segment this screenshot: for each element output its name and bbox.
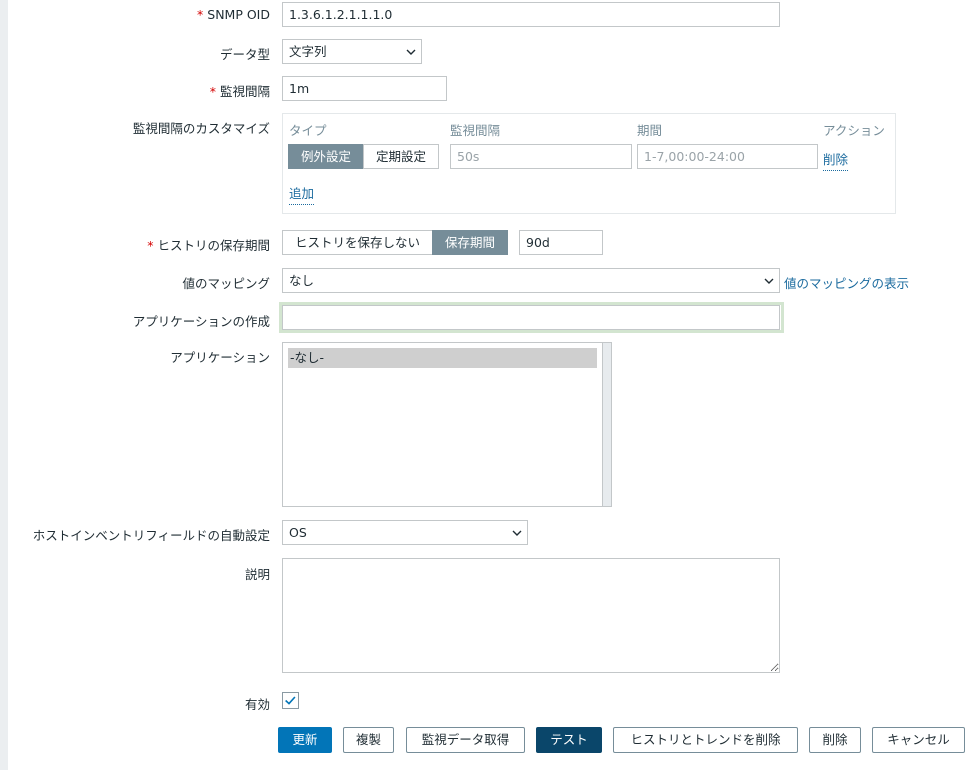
cancel-button[interactable]: キャンセル [872,727,965,753]
history-storage-period-option[interactable]: 保存期間 [432,230,509,255]
custom-interval-input[interactable]: 50s [450,144,632,169]
applications-listbox[interactable]: -なし- [282,342,612,507]
inventory-select[interactable]: OS [282,520,528,545]
interval-label: * 監視間隔 [209,84,270,99]
show-valuemap-link[interactable]: 値のマッピングの表示 [784,273,909,292]
checkmark-icon [285,696,296,705]
chevron-down-icon [406,49,416,55]
data-type-value: 文字列 [289,44,327,59]
snmp-oid-label: * SNMP OID [197,7,270,22]
description-label: 説明 [244,567,270,582]
valuemap-label: 値のマッピング [182,276,270,291]
valuemap-value: なし [289,273,315,288]
chevron-down-icon [512,530,522,536]
interval-input[interactable]: 1m [282,76,447,101]
required-asterisk: * [197,7,204,22]
valuemap-select[interactable]: なし [282,268,780,293]
custom-period-input[interactable]: 1-7,00:00-24:00 [637,144,818,169]
history-label: * ヒストリの保存期間 [147,238,270,253]
history-mode-toggle: ヒストリを保存しない 保存期間 [282,230,509,255]
applications-label: アプリケーション [170,350,270,365]
new-application-label: アプリケーションの作成 [132,314,270,329]
list-item[interactable]: -なし- [288,348,597,368]
scheduling-option[interactable]: 定期設定 [363,144,440,169]
remove-interval-link[interactable]: 削除 [823,149,849,171]
type-column-header: タイプ [289,123,327,138]
enabled-checkbox[interactable] [282,692,299,709]
update-button[interactable]: 更新 [278,727,332,753]
add-interval-link[interactable]: 追加 [289,183,315,205]
enabled-label: 有効 [244,697,270,712]
flexible-option[interactable]: 例外設定 [288,144,365,169]
custom-intervals-label: 監視間隔のカスタマイズ [132,121,270,136]
required-asterisk: * [209,84,216,99]
clone-button[interactable]: 複製 [343,727,394,753]
data-type-label: データ型 [219,47,270,62]
new-application-input[interactable] [282,305,780,330]
test-button[interactable]: テスト [536,727,602,753]
scrollbar[interactable] [602,343,611,506]
description-textarea[interactable] [282,558,780,673]
inventory-label: ホストインベントリフィールドの自動設定 [32,528,270,543]
left-sidebar-edge [0,0,8,770]
custom-intervals-box: タイプ 監視間隔 期間 アクション 例外設定 定期設定 50s 1-7,00:0… [282,113,896,214]
chevron-down-icon [764,278,774,284]
history-do-not-keep-option[interactable]: ヒストリを保存しない [282,230,434,255]
action-column-header: アクション [823,123,885,138]
period-column-header: 期間 [637,123,663,138]
interval-column-header: 監視間隔 [450,123,501,138]
clear-history-button[interactable]: ヒストリとトレンドを削除 [613,727,798,753]
history-period-input[interactable]: 90d [519,230,603,255]
interval-type-toggle: 例外設定 定期設定 [288,144,440,169]
data-type-select[interactable]: 文字列 [282,39,422,64]
get-value-button[interactable]: 監視データ取得 [406,727,525,753]
delete-button[interactable]: 削除 [809,727,861,753]
required-asterisk: * [147,238,154,253]
inventory-value: OS [289,525,307,540]
snmp-oid-input[interactable]: 1.3.6.1.2.1.1.1.0 [282,2,780,27]
